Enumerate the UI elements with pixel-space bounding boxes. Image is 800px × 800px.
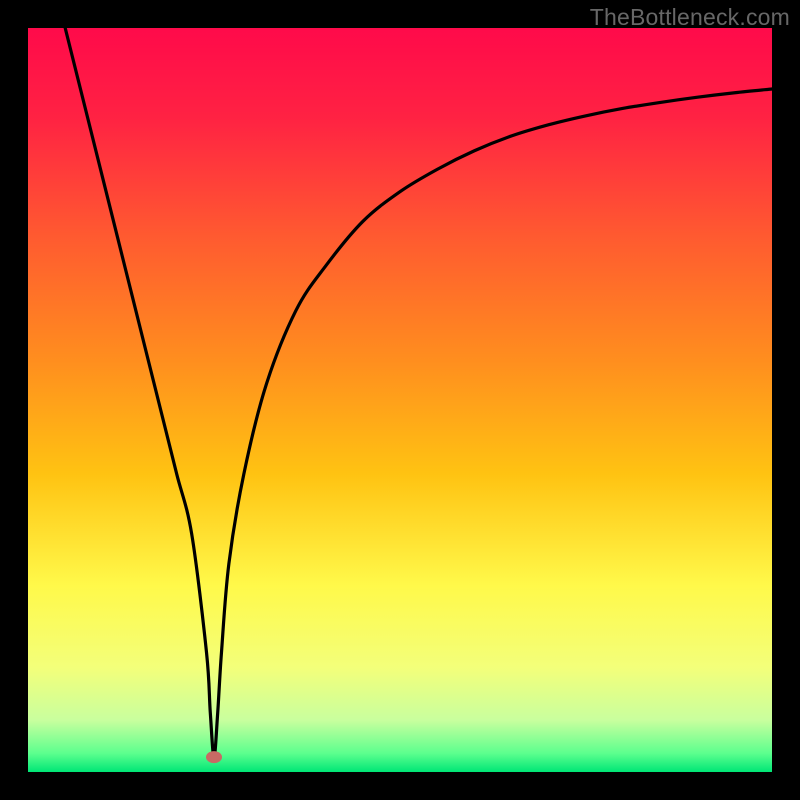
chart-svg	[28, 28, 772, 772]
attribution-text: TheBottleneck.com	[590, 4, 790, 31]
plot-frame	[28, 28, 772, 772]
minimum-marker	[206, 751, 222, 763]
chart-background	[28, 28, 772, 772]
